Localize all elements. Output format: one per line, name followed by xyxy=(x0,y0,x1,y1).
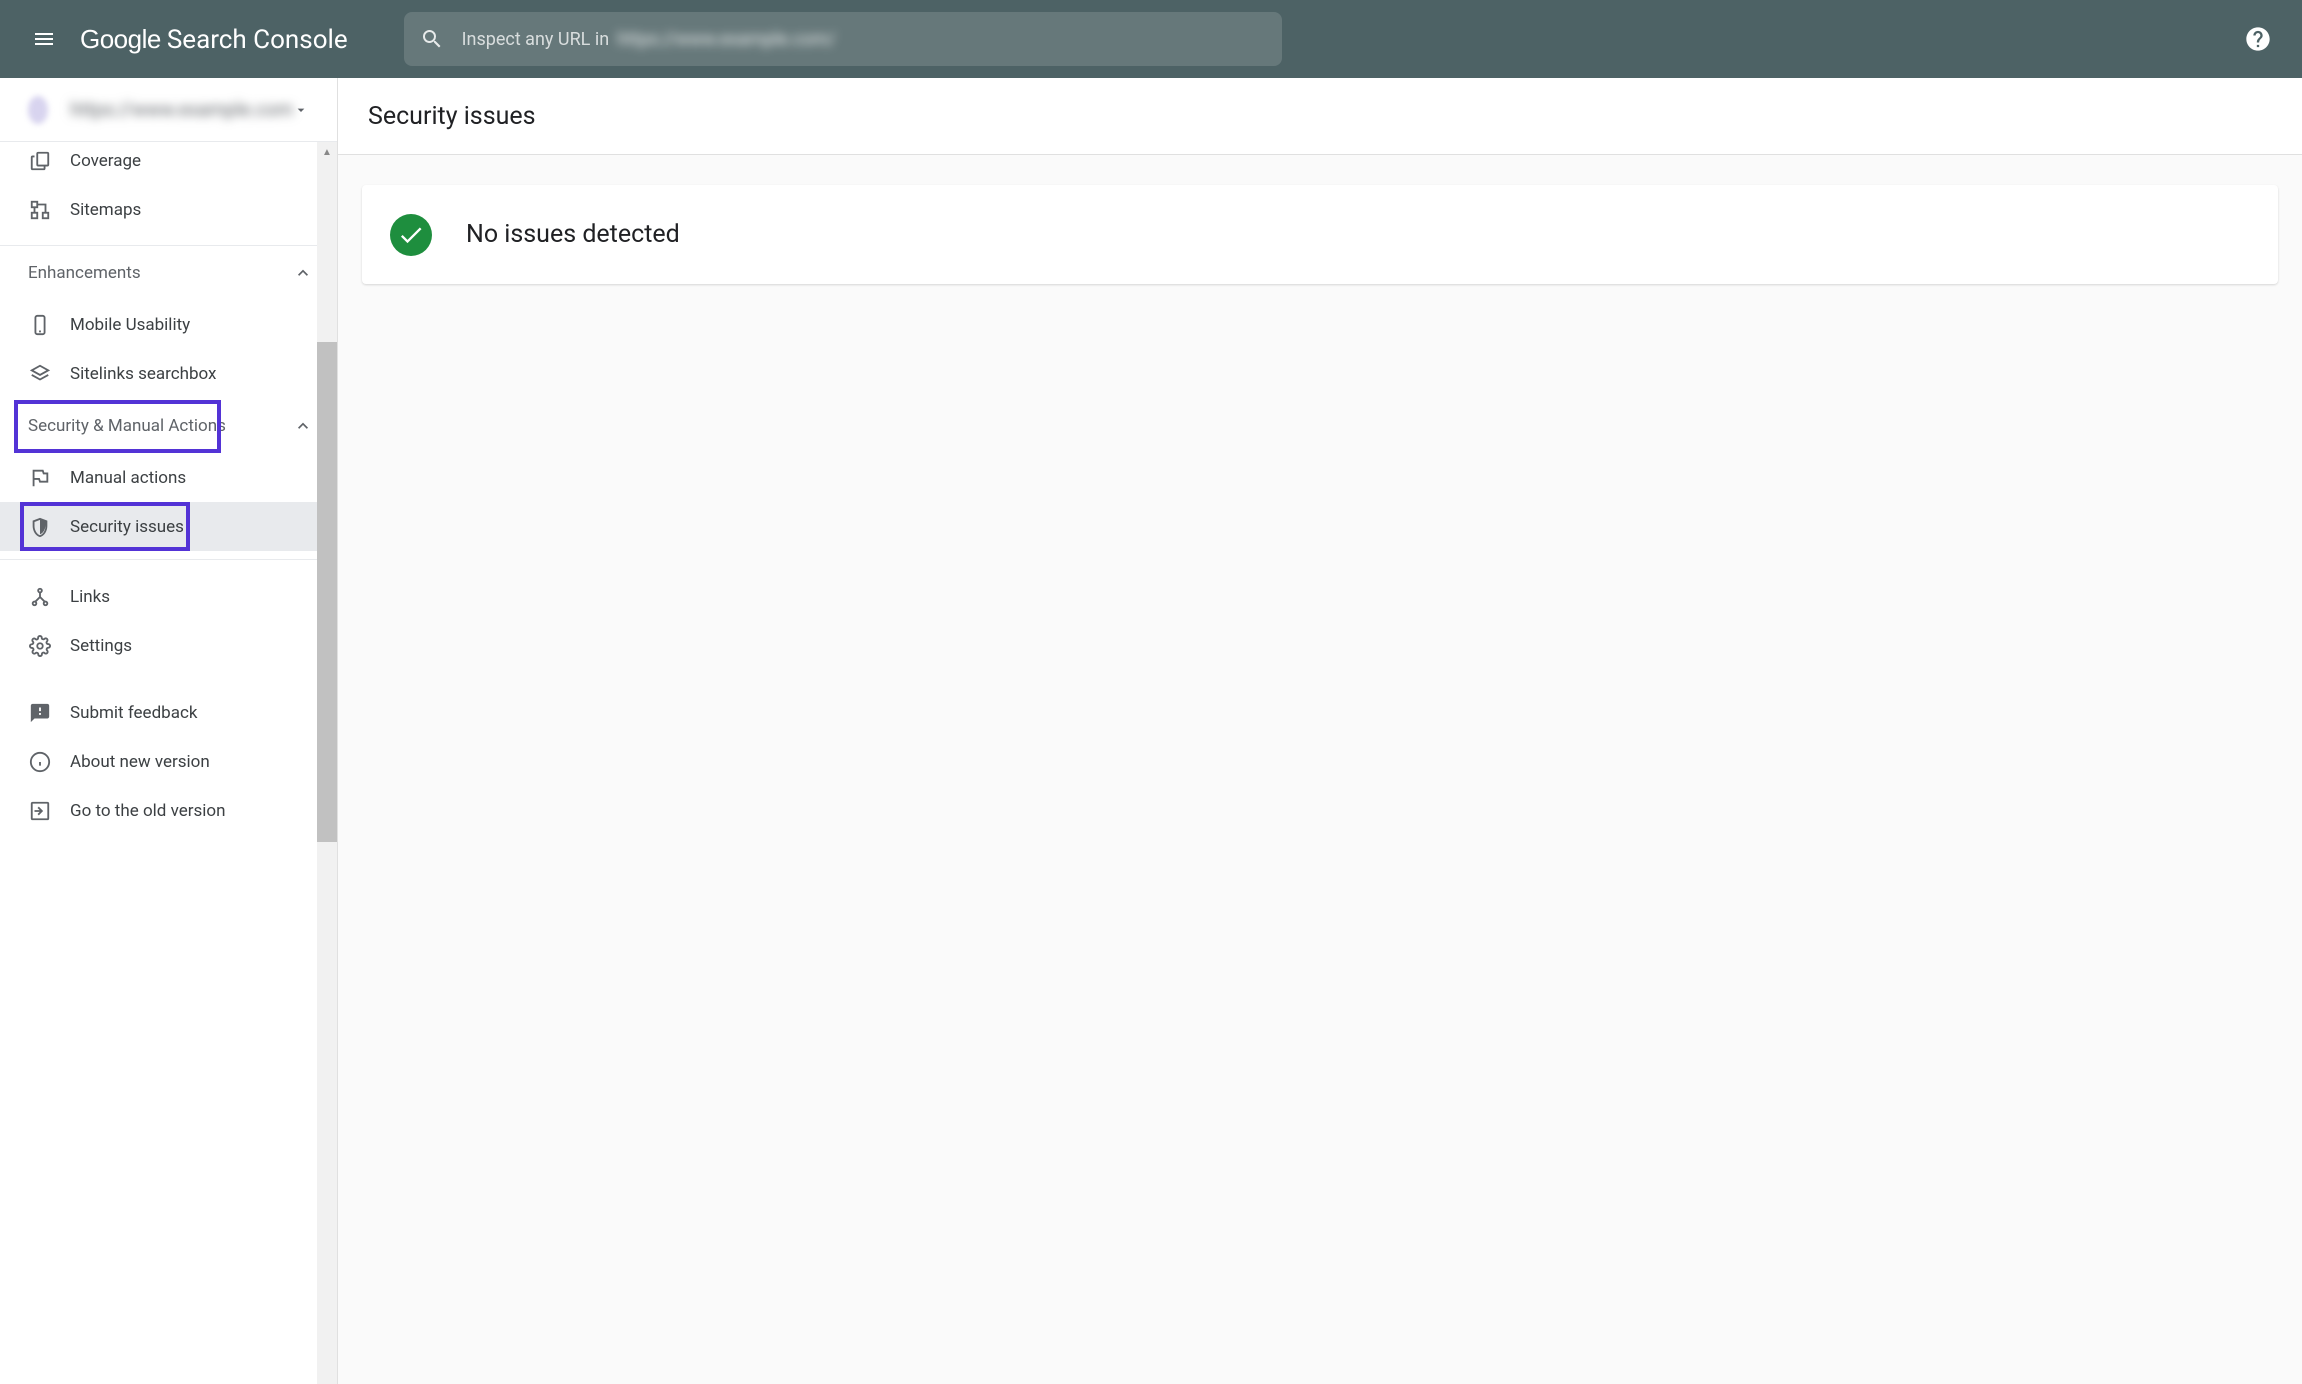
url-inspect-search[interactable]: Inspect any URL in https://www.example.c… xyxy=(404,12,1282,66)
sidebar: https://www.example.com Coverage Sitemap… xyxy=(0,78,338,1384)
sidebar-item-label: Coverage xyxy=(70,151,141,171)
sidebar-item-coverage[interactable]: Coverage xyxy=(0,142,337,185)
sidebar-item-settings[interactable]: Settings xyxy=(0,621,337,670)
hamburger-menu-button[interactable] xyxy=(20,15,68,63)
section-label: Security & Manual Actions xyxy=(28,416,226,436)
app-header: Google Search Console Inspect any URL in… xyxy=(0,0,2302,78)
status-card: No issues detected xyxy=(362,185,2278,284)
help-icon xyxy=(2244,25,2272,53)
sitemap-icon xyxy=(28,198,52,222)
app-logo: Google Search Console xyxy=(80,24,348,55)
search-placeholder: Inspect any URL in https://www.example.c… xyxy=(462,29,836,50)
sidebar-item-label: Links xyxy=(70,587,110,607)
main-content: Security issues No issues detected xyxy=(338,78,2302,1384)
sidebar-item-security-issues[interactable]: Security issues xyxy=(0,502,337,551)
logo-google-text: Google xyxy=(80,24,161,55)
search-icon xyxy=(420,27,444,51)
sidebar-item-label: About new version xyxy=(70,752,210,772)
mobile-icon xyxy=(28,313,52,337)
scrollbar-thumb[interactable] xyxy=(317,342,337,842)
property-selector[interactable]: https://www.example.com xyxy=(0,78,337,142)
flag-icon xyxy=(28,466,52,490)
property-favicon xyxy=(28,96,48,124)
info-icon xyxy=(28,750,52,774)
body-container: https://www.example.com Coverage Sitemap… xyxy=(0,78,2302,1384)
links-icon xyxy=(28,585,52,609)
success-check-icon xyxy=(390,214,432,256)
sidebar-item-links[interactable]: Links xyxy=(0,572,337,621)
chevron-up-icon xyxy=(293,416,313,436)
sidebar-section-security-manual[interactable]: Security & Manual Actions xyxy=(0,398,337,453)
logo-product-text: Search Console xyxy=(167,25,348,55)
scrollbar-arrow-up-icon[interactable]: ▲ xyxy=(317,142,337,162)
page-title: Security issues xyxy=(368,102,536,131)
sidebar-item-label: Settings xyxy=(70,636,132,656)
layers-icon xyxy=(28,362,52,386)
sidebar-item-label: Manual actions xyxy=(70,468,186,488)
exit-icon xyxy=(28,799,52,823)
section-label: Enhancements xyxy=(28,263,141,283)
shield-icon xyxy=(28,515,52,539)
sidebar-item-label: Sitelinks searchbox xyxy=(70,364,216,384)
sidebar-item-submit-feedback[interactable]: Submit feedback xyxy=(0,688,337,737)
gear-icon xyxy=(28,634,52,658)
sidebar-item-manual-actions[interactable]: Manual actions xyxy=(0,453,337,502)
content-area: No issues detected xyxy=(338,155,2302,314)
caret-down-icon xyxy=(293,102,309,118)
sidebar-item-label: Mobile Usability xyxy=(70,315,190,335)
sidebar-item-label: Sitemaps xyxy=(70,200,141,220)
sidebar-scroll-area: Coverage Sitemaps Enhancements Mobile Us… xyxy=(0,142,337,1384)
search-prefix-text: Inspect any URL in xyxy=(462,29,610,50)
coverage-icon xyxy=(28,149,52,173)
status-text: No issues detected xyxy=(466,220,680,249)
menu-icon xyxy=(32,27,56,51)
sidebar-item-label: Security issues xyxy=(70,517,184,537)
search-domain-text: https://www.example.com/ xyxy=(617,29,835,50)
sidebar-item-mobile-usability[interactable]: Mobile Usability xyxy=(0,300,337,349)
divider xyxy=(0,559,337,560)
property-name-text: https://www.example.com xyxy=(70,98,293,121)
feedback-icon xyxy=(28,701,52,725)
sidebar-item-about-new-version[interactable]: About new version xyxy=(0,737,337,786)
sidebar-item-label: Submit feedback xyxy=(70,703,197,723)
page-header: Security issues xyxy=(338,78,2302,155)
chevron-up-icon xyxy=(293,263,313,283)
sidebar-item-sitelinks-searchbox[interactable]: Sitelinks searchbox xyxy=(0,349,337,398)
sidebar-scrollbar[interactable]: ▲ xyxy=(317,142,337,1384)
sidebar-item-label: Go to the old version xyxy=(70,801,225,821)
sidebar-section-enhancements[interactable]: Enhancements xyxy=(0,245,337,300)
help-button[interactable] xyxy=(2242,23,2274,55)
sidebar-item-sitemaps[interactable]: Sitemaps xyxy=(0,185,337,234)
sidebar-item-old-version[interactable]: Go to the old version xyxy=(0,786,337,835)
